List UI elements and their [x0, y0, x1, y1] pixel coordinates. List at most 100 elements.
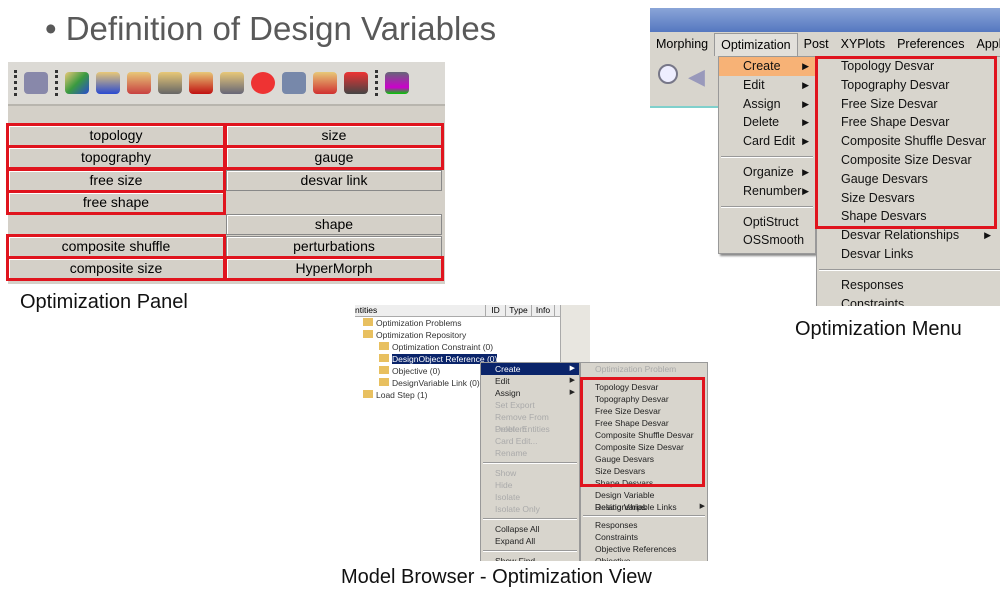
materials-icon[interactable]	[127, 72, 151, 94]
submenu-arrow-icon: ▶	[569, 365, 575, 372]
panel-button-topography[interactable]: topography	[6, 145, 226, 170]
submenu-item-objective[interactable]: Objective	[581, 555, 707, 561]
menu-item-optistruct[interactable]: OptiStruct	[719, 213, 815, 232]
submenu-item-desing-variable-links[interactable]: Desing Variable Links	[581, 501, 707, 513]
panel-caption: Optimization Panel	[20, 291, 188, 313]
context-item-show-find[interactable]: Show Find	[481, 555, 579, 561]
context-item-collapse-all[interactable]: Collapse All	[481, 523, 579, 535]
contour-icon[interactable]	[385, 72, 409, 94]
context-item-expand-all[interactable]: Expand All	[481, 535, 579, 547]
tree-item[interactable]: Optimization Problems	[355, 317, 585, 329]
menu-item-responses[interactable]: Responses	[817, 276, 1000, 295]
panel-button-composite-shuffle[interactable]: composite shuffle	[6, 234, 226, 259]
context-item-card-edit-[interactable]: Card Edit...	[481, 435, 579, 447]
toolbar-grip	[14, 70, 17, 96]
panel-toolbar	[8, 62, 445, 106]
panel-button-hypermorph[interactable]: HyperMorph	[224, 256, 444, 281]
delete-icon[interactable]	[251, 72, 275, 94]
model-browser: ntities ID Type Info Optimization Proble…	[355, 305, 715, 561]
menu-item-edit[interactable]: Edit ▶	[719, 76, 815, 95]
panel-button-composite-size[interactable]: composite size	[6, 256, 226, 281]
highlight-box	[580, 377, 705, 487]
slide-title: • Definition of Design Variables	[45, 10, 497, 47]
context-item-show[interactable]: Show	[481, 467, 579, 479]
panel-button-shape[interactable]: shape	[226, 214, 442, 235]
components-icon[interactable]	[65, 72, 89, 94]
column-header[interactable]: ntities	[355, 305, 485, 316]
menu-item-card-edit[interactable]: Card Edit ▶	[719, 132, 815, 151]
import-icon[interactable]	[313, 72, 337, 94]
folder-icon	[379, 354, 389, 362]
tree-item[interactable]: Optimization Repository	[355, 329, 585, 341]
context-item-delete-entities[interactable]: Delete Entities	[481, 423, 579, 435]
menu-optimization[interactable]: Optimization	[714, 32, 798, 56]
panel-button-topology[interactable]: topology	[6, 123, 226, 148]
menu-item-renumber[interactable]: Renumber ▶	[719, 182, 815, 201]
context-item-label: Card Edit...	[495, 436, 538, 446]
context-item-set-export[interactable]: Set Export	[481, 399, 579, 411]
context-item-hide[interactable]: Hide	[481, 479, 579, 491]
loadcols-icon[interactable]	[158, 72, 182, 94]
context-item-label: Edit	[495, 376, 510, 386]
context-item-label: Assign	[495, 388, 521, 398]
tree-item[interactable]: Optimization Constraint (0)	[355, 341, 585, 353]
menu-item-organize[interactable]: Organize ▶	[719, 163, 815, 182]
organize-icon[interactable]	[282, 72, 306, 94]
panel-button-perturbations[interactable]: perturbations	[226, 236, 442, 257]
menu-separator	[583, 515, 705, 517]
panel-button-desvar-link[interactable]: desvar link	[226, 170, 442, 191]
column-header[interactable]: ID	[485, 305, 505, 316]
menu-preferences[interactable]: Preferences	[891, 33, 970, 55]
menu-bar: Morphing Optimization Post XYPlots Preferenc…	[650, 32, 1000, 56]
menu-xyplots[interactable]: XYPlots	[835, 33, 891, 55]
menu-item-label: Responses	[841, 277, 904, 292]
context-item-create[interactable]: Create ▶	[481, 363, 579, 375]
submenu-item-objective-references[interactable]: Objective References	[581, 543, 707, 555]
submenu-item-label: Objective References	[595, 544, 677, 554]
menu-separator	[819, 268, 1000, 271]
systems-icon[interactable]	[220, 72, 244, 94]
context-item-label: Delete Entities	[495, 424, 550, 434]
zoom-icon[interactable]	[658, 64, 678, 84]
submenu-item-optimization-problem[interactable]: Optimization Problem	[581, 363, 707, 375]
context-item-assign[interactable]: Assign ▶	[481, 387, 579, 399]
context-item-isolate-only[interactable]: Isolate Only	[481, 503, 579, 515]
properties-icon[interactable]	[96, 72, 120, 94]
submenu-item-constraints[interactable]: Constraints	[581, 531, 707, 543]
menu-item-constraints[interactable]: Constraints	[817, 295, 1000, 306]
column-header[interactable]: Type	[505, 305, 531, 316]
submenu-item-design-variable-relationships[interactable]: Design Variable Relationships ▶	[581, 489, 707, 512]
context-item-label: Isolate Only	[495, 504, 540, 514]
renumber-icon[interactable]	[344, 72, 368, 94]
column-header[interactable]: Info	[531, 305, 555, 316]
tree-item-label: Objective (0)	[392, 366, 441, 376]
context-item-rename[interactable]: Rename	[481, 447, 579, 459]
optimization-dropdown: Create ▶ Edit ▶ Assign ▶ Delete ▶ Card Edit ▶ Orga…	[718, 56, 816, 254]
menu-item-delete[interactable]: Delete ▶	[719, 113, 815, 132]
panel-button-gauge[interactable]: gauge	[224, 145, 444, 170]
back-arrow-icon[interactable]: ◀	[688, 64, 705, 90]
loadsteps-icon[interactable]	[189, 72, 213, 94]
toolbar-grip	[375, 70, 378, 96]
menu-post[interactable]: Post	[798, 33, 835, 55]
menu-caption: Optimization Menu	[795, 318, 962, 340]
panel-button-size[interactable]: size	[224, 123, 444, 148]
menu-item-create[interactable]: Create ▶	[719, 57, 815, 76]
submenu-item-responses[interactable]: Responses	[581, 519, 707, 531]
mesh-icon[interactable]	[24, 72, 48, 94]
browser-header: ntities ID Type Info	[355, 305, 585, 317]
menu-separator	[483, 550, 577, 552]
menu-separator	[483, 518, 577, 520]
panel-button-free-size[interactable]: free size	[6, 168, 226, 193]
menu-appli[interactable]: Appli	[971, 33, 1000, 55]
menu-item-ossmooth[interactable]: OSSmooth	[719, 231, 815, 250]
context-item-remove-from-problem[interactable]: Remove From Problem	[481, 411, 579, 434]
tree-item-label: Optimization Problems	[376, 318, 462, 328]
panel-button-free-shape[interactable]: free shape	[6, 190, 226, 215]
context-item-isolate[interactable]: Isolate	[481, 491, 579, 503]
context-item-edit[interactable]: Edit ▶	[481, 375, 579, 387]
menu-item-assign[interactable]: Assign ▶	[719, 95, 815, 114]
menu-morphing[interactable]: Morphing	[650, 33, 714, 55]
submenu-arrow-icon: ▶	[802, 136, 809, 147]
menu-item-desvar-links[interactable]: Desvar Links	[817, 245, 1000, 264]
